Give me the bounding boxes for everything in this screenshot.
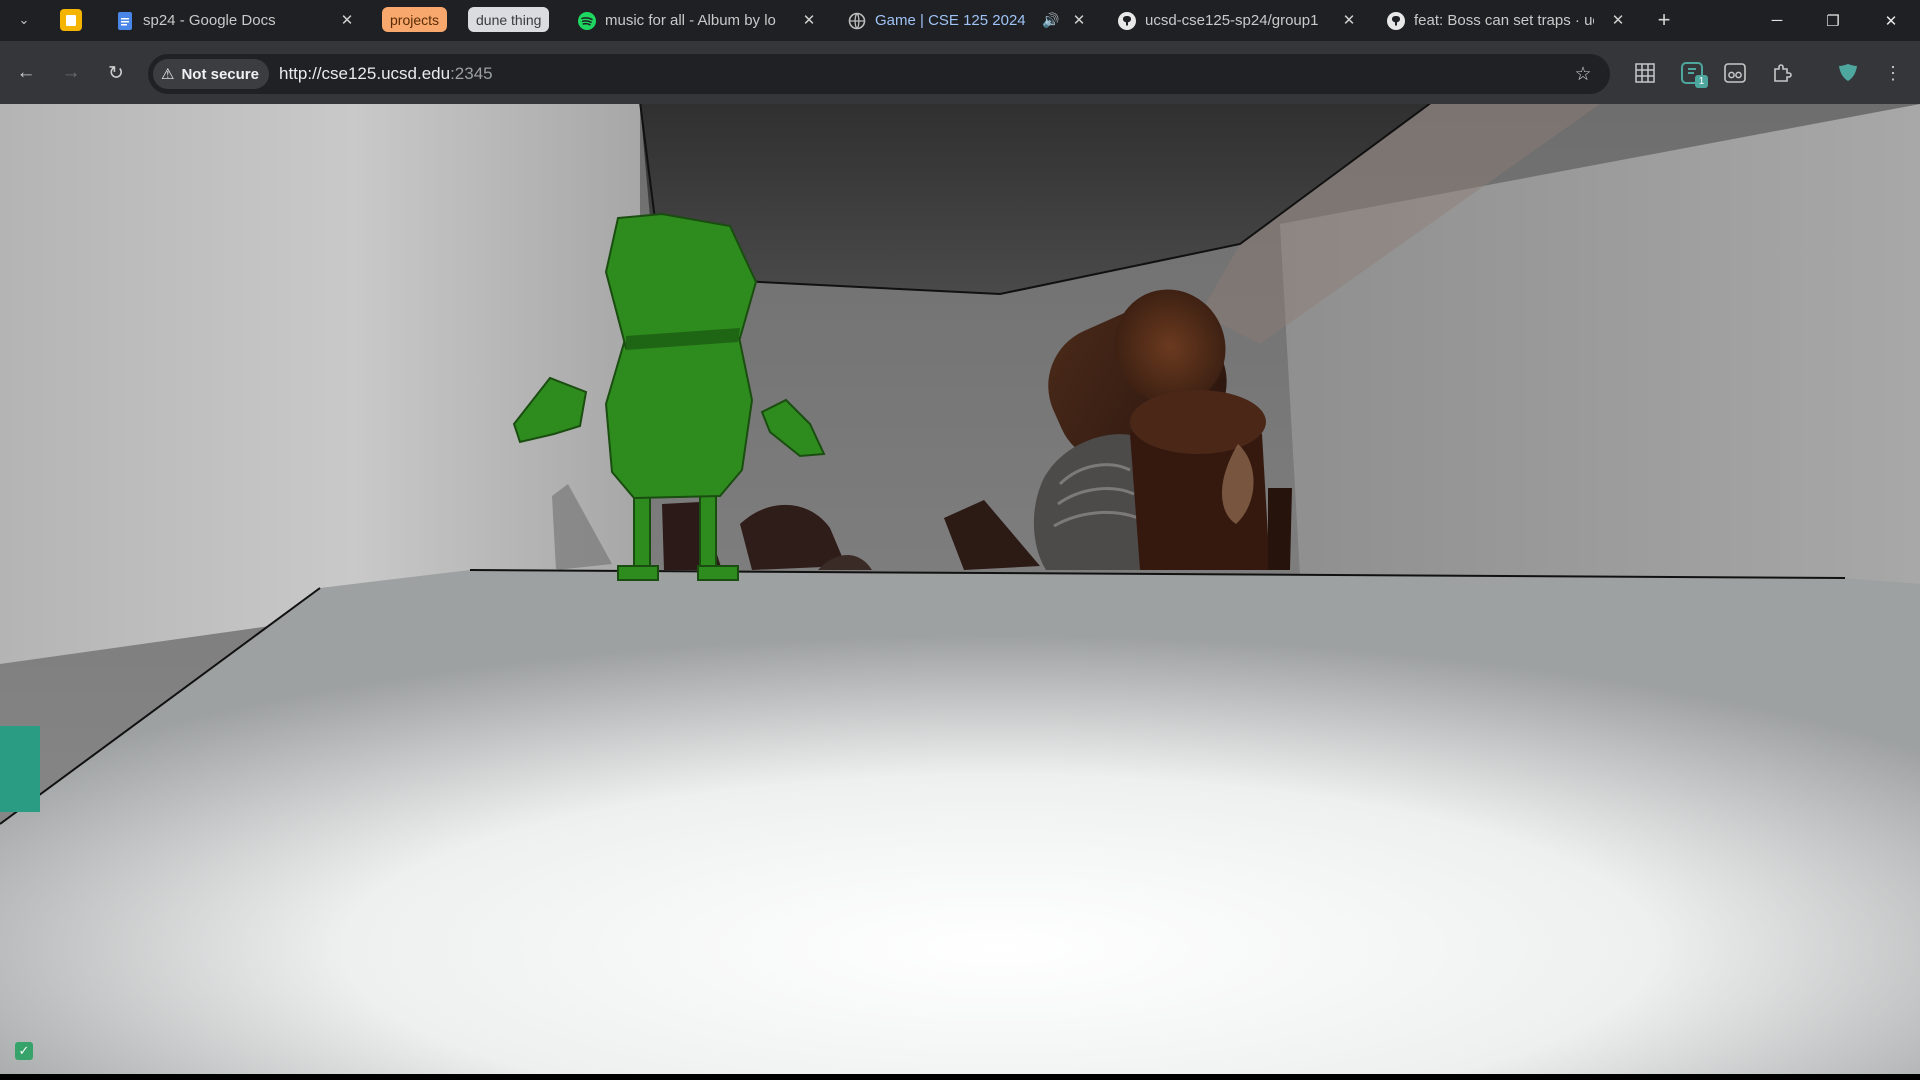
bottom-letterbox (0, 1074, 1920, 1080)
back-arrow-icon[interactable]: ← (9, 56, 43, 90)
url-text[interactable]: http://cse125.ucsd.edu:2345 (279, 64, 493, 84)
tab-github-pr[interactable]: feat: Boss can set traps · uc ✕ (1387, 0, 1627, 41)
tab-title: ucsd-cse125-sp24/group1 (1145, 12, 1319, 29)
github-icon (1118, 11, 1136, 30)
url-port: :2345 (450, 64, 493, 83)
tab-title: sp24 - Google Docs (143, 12, 276, 29)
shield-icon[interactable] (1833, 58, 1863, 88)
close-tab-icon[interactable]: ✕ (800, 11, 818, 29)
close-tab-icon[interactable]: ✕ (1340, 11, 1358, 29)
game-scene (0, 104, 1920, 1074)
close-window-icon[interactable]: ✕ (1863, 0, 1919, 41)
log-stake (1268, 488, 1292, 570)
teal-block (0, 726, 40, 812)
tab-title: music for all - Album by lo (605, 12, 776, 29)
tab-github-group1[interactable]: ucsd-cse125-sp24/group1 ✕ (1118, 0, 1358, 41)
log-lower-top (1130, 390, 1266, 454)
checkbox-checked-icon[interactable]: ✓ (15, 1042, 33, 1060)
forward-arrow-icon[interactable]: → (54, 56, 88, 90)
grid-icon[interactable] (1630, 58, 1660, 88)
tab-search-chevron-icon[interactable]: ⌄ (10, 6, 38, 34)
bookmark-star-icon[interactable]: ☆ (1570, 61, 1596, 87)
tab-group-projects[interactable]: projects (382, 7, 448, 32)
player-head (604, 212, 758, 350)
pinned-tab-google-keep-icon[interactable] (60, 9, 82, 31)
minimize-icon[interactable]: ─ (1749, 0, 1805, 41)
player-right-foot (697, 565, 739, 581)
warning-triangle-icon: ⚠ (161, 66, 175, 83)
tab-google-docs[interactable]: sp24 - Google Docs ✕ (116, 0, 356, 41)
tab-spotify[interactable]: music for all - Album by lo ✕ (578, 0, 818, 41)
github-icon (1387, 11, 1405, 30)
close-tab-icon[interactable]: ✕ (1609, 11, 1627, 29)
tab-title: feat: Boss can set traps · uc (1414, 12, 1594, 29)
player-body (604, 330, 754, 500)
security-label: Not secure (181, 65, 259, 83)
extension-badge-count: 1 (1695, 75, 1708, 88)
tab-group-dune-thing[interactable]: dune thing (468, 7, 550, 32)
spotify-icon (578, 11, 596, 30)
security-chip[interactable]: ⚠ Not secure (153, 59, 269, 89)
restore-icon[interactable]: ❐ (1805, 0, 1861, 41)
puzzle-icon[interactable] (1767, 58, 1797, 88)
tab-strip: ⌄ sp24 - Google Docs ✕ projects dune thi… (0, 0, 1920, 41)
close-tab-icon[interactable]: ✕ (338, 11, 356, 29)
globe-icon (848, 12, 866, 30)
tab-title: Game | CSE 125 2024 (875, 12, 1026, 29)
speaker-audio-icon[interactable]: 🔊 (1042, 10, 1060, 30)
google-docs-icon (116, 11, 134, 30)
player-left-leg (633, 493, 651, 567)
new-tab-button[interactable]: + (1652, 7, 1676, 32)
browser-menu-icon[interactable]: ⋮ (1878, 58, 1908, 88)
floor (0, 570, 1920, 1074)
reload-icon[interactable]: ↻ (99, 56, 133, 90)
url-host: http://cse125.ucsd.edu (279, 64, 451, 83)
reader-icon[interactable] (1720, 58, 1750, 88)
tab-game-active[interactable]: Game | CSE 125 2024 🔊 ✕ (848, 0, 1088, 41)
address-bar[interactable]: ⚠ Not secure http://cse125.ucsd.edu:2345… (148, 54, 1610, 94)
player-left-foot (617, 565, 659, 581)
close-tab-icon[interactable]: ✕ (1070, 11, 1088, 29)
extension-badge-icon[interactable]: 1 (1677, 58, 1708, 88)
game-viewport[interactable] (0, 104, 1920, 1074)
player-right-leg (699, 493, 717, 567)
browser-toolbar: ← → ↻ ⚠ Not secure http://cse125.ucsd.ed… (0, 41, 1920, 104)
